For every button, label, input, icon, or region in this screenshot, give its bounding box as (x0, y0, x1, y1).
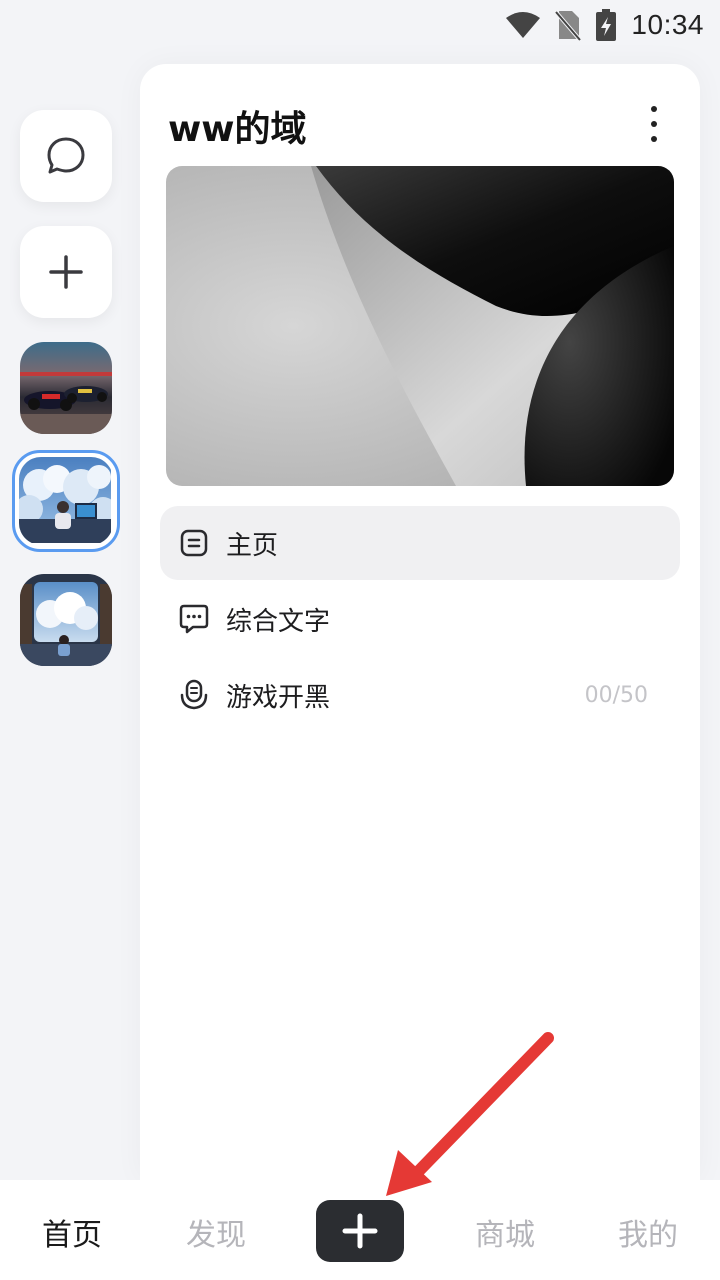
battery-charging-icon (596, 9, 617, 41)
cloud-desk-image (19, 457, 113, 543)
server-avatar-cloud-library[interactable] (20, 574, 112, 666)
wifi-icon (506, 12, 541, 38)
message-dots-icon (179, 604, 209, 634)
channel-general-text[interactable]: 综合文字 (160, 582, 680, 656)
more-options-button[interactable] (644, 106, 664, 142)
plus-icon (49, 255, 83, 289)
server-avatar-cloud-desk[interactable] (12, 450, 120, 552)
more-dot-icon (651, 136, 657, 142)
plus-icon (342, 1213, 378, 1249)
create-button[interactable] (316, 1200, 404, 1262)
document-lines-icon (180, 529, 208, 557)
nav-mine[interactable]: 我的 (598, 1210, 698, 1254)
status-bar: 10:34 (0, 0, 720, 50)
server-avatar-f1[interactable] (20, 342, 112, 434)
voice-member-count: 00/50 (584, 682, 648, 708)
server-panel: ww的域 主页 综合文字 游戏开黑 00/50 (140, 64, 700, 1180)
no-sim-icon (555, 10, 582, 41)
nav-mall[interactable]: 商城 (455, 1210, 555, 1254)
add-server-button[interactable] (20, 226, 112, 318)
more-dot-icon (651, 106, 657, 112)
server-title: ww的域 (168, 109, 307, 150)
nav-home[interactable]: 首页 (22, 1210, 122, 1254)
server-banner (166, 166, 674, 486)
status-time: 10:34 (631, 9, 704, 40)
bottom-nav: 首页 发现 商城 我的 (0, 1180, 720, 1280)
more-dot-icon (651, 121, 657, 127)
chat-bubble-icon (47, 137, 85, 174)
channel-label: 主页 (226, 530, 279, 561)
channel-label: 游戏开黑 (226, 682, 331, 713)
channel-home[interactable]: 主页 (160, 506, 680, 580)
nav-discover[interactable]: 发现 (166, 1210, 266, 1254)
messages-button[interactable] (20, 110, 112, 202)
banner-image (166, 166, 674, 486)
cloud-library-image (20, 574, 112, 666)
channel-label: 综合文字 (226, 606, 331, 637)
mic-icon (180, 679, 208, 710)
f1-cars-image (20, 342, 112, 434)
server-rail (0, 60, 140, 1180)
channel-gaming-voice[interactable]: 游戏开黑 00/50 (160, 658, 680, 732)
